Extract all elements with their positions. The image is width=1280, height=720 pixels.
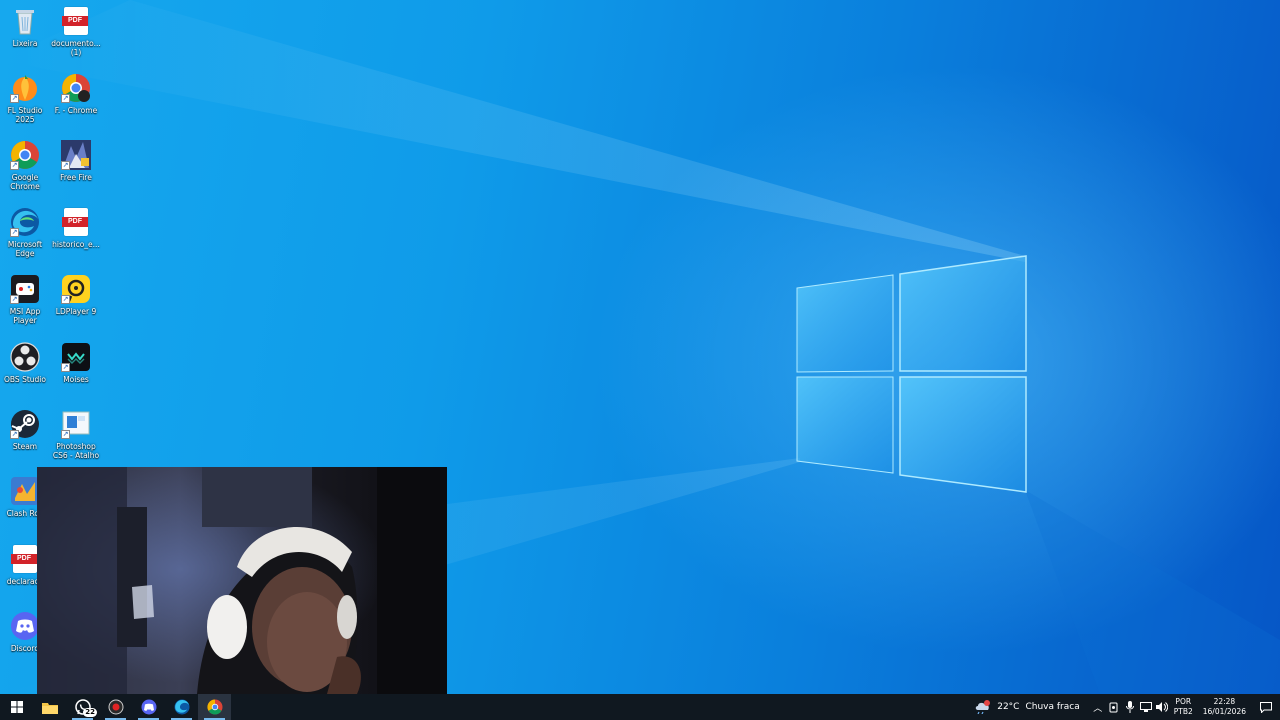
tray-app-icon [1109,702,1118,712]
ldplayer-icon: ↗ [61,274,91,304]
desktop-icon-label: Steam [12,442,38,451]
desktop-icon-label: Photoshop CS6 - Atalho [52,442,100,460]
taskbar-whatsapp[interactable]: 22 [66,694,99,720]
desktop-icon-steam[interactable]: ↗ Steam [0,409,50,451]
record-icon [108,699,123,715]
pdf-badge-text: PDF [62,16,88,26]
recycle-bin-icon [10,6,40,36]
clock-time: 22:28 [1213,697,1236,706]
taskbar-file-explorer[interactable] [33,694,66,720]
taskbar-edge[interactable] [165,694,198,720]
pdf-icon: PDF [10,544,40,574]
moises-icon: ↗ [61,342,91,372]
desktop-icon-label: documento... (1) [51,39,101,57]
desktop-icon-moises[interactable]: ↗ Moises [51,342,101,384]
weather-temperature: 22°C [997,702,1020,712]
clock[interactable]: 22:28 16/01/2026 [1197,697,1252,717]
webcam-overlay [37,467,447,694]
taskbar: 22 22°C Chuva fraca ︿ POR PTB2 22:28 16/… [0,694,1280,720]
desktop-icon-label: FL Studio 2025 [7,106,43,124]
desktop-icon-label: F. - Chrome [54,106,98,115]
desktop-icon-label: MSI App Player [9,307,41,325]
shortcut-arrow-icon: ↗ [10,430,19,439]
desktop-icon-label: Microsoft Edge [7,240,43,258]
chevron-up-icon: ︿ [1093,703,1103,714]
windows-start-icon [10,701,23,713]
taskbar-obs[interactable] [99,694,132,720]
notification-badge: 22 [83,708,97,717]
desktop-icon-label: OBS Studio [4,375,46,384]
shortcut-arrow-icon: ↗ [61,363,70,372]
chrome-profile-icon: ↗ [61,73,91,103]
desktop-icon-photoshop[interactable]: ↗ Photoshop CS6 - Atalho [51,409,101,460]
taskbar-discord[interactable] [132,694,165,720]
shortcut-arrow-icon: ↗ [10,161,19,170]
shortcut-arrow-icon: ↗ [61,94,70,103]
shortcut-arrow-icon: ↗ [10,228,19,237]
notification-icon [1260,701,1272,713]
clock-date: 16/01/2026 [1202,707,1246,716]
speaker-icon [1155,702,1168,712]
system-tray: 22°C Chuva fraca ︿ POR PTB2 22:28 16/01/… [970,694,1280,720]
weather-condition: Chuva fraca [1025,702,1080,712]
desktop-icon-label: historico_e... [52,240,100,249]
msi-app-player-icon: ↗ [10,274,40,304]
shortcut-arrow-icon: ↗ [10,94,19,103]
microphone-icon [1125,701,1134,713]
start-button[interactable] [0,694,33,720]
folder-icon [41,702,58,714]
desktop-icon-label: Free Fire [60,173,92,182]
desktop-icon-google-chrome[interactable]: ↗ Google Chrome [0,140,50,191]
desktop-icon-label: Lixeira [12,39,38,48]
microphone-button[interactable] [1122,694,1138,720]
desktop-icon-microsoft-edge[interactable]: ↗ Microsoft Edge [0,207,50,258]
desktop-icon-label: LDPlayer 9 [55,307,97,316]
desktop-icon-chrome-profile[interactable]: ↗ F. - Chrome [51,73,101,115]
desktop-icon-fl-studio[interactable]: ↗ FL Studio 2025 [0,73,50,124]
photoshop-icon: ↗ [61,409,91,439]
input-language-button[interactable]: POR PTB2 [1170,697,1197,717]
chrome-icon [206,699,222,715]
free-fire-icon: ↗ [61,140,91,170]
show-hidden-icons-button[interactable]: ︿ [1090,694,1106,720]
desktop-icon-msi-app-player[interactable]: ↗ MSI App Player [0,274,50,325]
fl-studio-icon: ↗ [10,73,40,103]
desktop-icon-label: Moises [63,375,89,384]
taskbar-chrome[interactable] [198,694,231,720]
action-center-button[interactable] [1252,694,1280,720]
desktop-icon-label: Google Chrome [10,173,40,191]
rain-cloud-icon [975,700,991,714]
obs-icon [10,342,40,372]
edge-icon [174,699,189,715]
chrome-icon: ↗ [10,140,40,170]
desktop-icon-historico[interactable]: PDF historico_e... [51,207,101,249]
weather-widget[interactable]: 22°C Chuva fraca [970,700,1090,714]
shortcut-arrow-icon: ↗ [61,161,70,170]
discord-icon [10,611,40,641]
desktop-icon-recycle-bin[interactable]: Lixeira [0,6,50,48]
pdf-badge-text: PDF [62,217,88,227]
network-button[interactable] [1138,694,1154,720]
pdf-icon: PDF [61,6,91,36]
desktop-icon-ldplayer[interactable]: ↗ LDPlayer 9 [51,274,101,316]
desktop-icon-free-fire[interactable]: ↗ Free Fire [51,140,101,182]
pdf-badge-text: PDF [11,554,37,564]
steam-icon: ↗ [10,409,40,439]
pdf-icon: PDF [61,207,91,237]
tray-app-button[interactable] [1106,694,1122,720]
desktop-icon-documento[interactable]: PDF documento... (1) [51,6,101,57]
clash-royale-icon [10,476,40,506]
desktop: Lixeira ↗ FL Studio 2025 ↗ Google Chrome… [0,0,1280,694]
keyboard-layout: PTB2 [1173,707,1193,716]
desktop-icon-obs-studio[interactable]: OBS Studio [0,342,50,384]
shortcut-arrow-icon: ↗ [61,295,70,304]
webcam-feed-image [37,467,447,694]
edge-icon: ↗ [10,207,40,237]
discord-icon [141,699,156,715]
language-code: POR [1175,697,1192,706]
volume-button[interactable] [1154,694,1170,720]
shortcut-arrow-icon: ↗ [10,295,19,304]
network-icon [1139,702,1152,712]
shortcut-arrow-icon: ↗ [61,430,70,439]
